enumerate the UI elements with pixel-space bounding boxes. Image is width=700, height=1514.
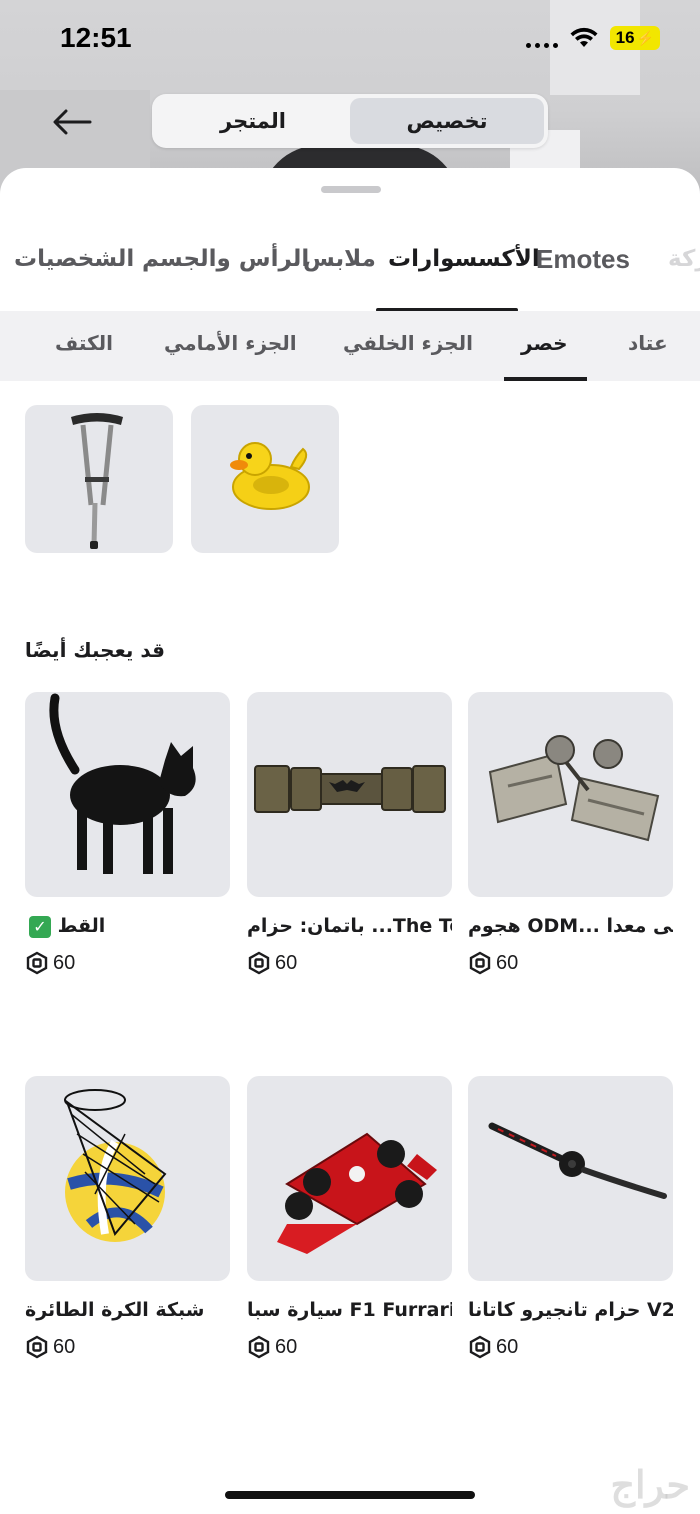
subtab-front[interactable]: الجزء الأمامي <box>164 331 297 355</box>
item-name: شبكة الكرة الطائرة <box>25 1299 205 1321</box>
subtab-back[interactable]: الجزء الخلفي <box>343 331 473 355</box>
equipped-item-tile[interactable] <box>25 405 173 553</box>
item-name: هجوم ODM... على معدا <box>468 915 673 937</box>
crutch-icon <box>25 413 173 557</box>
status-time: 12:51 <box>60 22 132 53</box>
item-thumbnail[interactable] <box>468 692 673 897</box>
subtab-shoulder[interactable]: الكتف <box>55 331 113 355</box>
robux-icon <box>247 951 271 975</box>
tab-characters[interactable]: الشخصيات <box>14 246 134 272</box>
tab-clothing[interactable]: ملابس <box>303 246 376 272</box>
subcategory-tabs: الكتف الجزء الأمامي الجزء الخلفي خصر عتا… <box>0 311 700 381</box>
catalog-item[interactable]: هجوم ODM... على معدا 60 <box>468 692 673 975</box>
f1-car-icon <box>247 1076 452 1281</box>
item-price: 60 <box>247 951 452 975</box>
robux-icon <box>468 951 492 975</box>
item-price: 60 <box>25 951 230 975</box>
item-price: 60 <box>25 1335 230 1359</box>
status-bar: 12:51 16 ⚡ <box>0 0 700 80</box>
section-title: قد يعجبك أيضًا <box>24 638 165 662</box>
tab-head-body[interactable]: الرأس والجسم <box>142 246 309 272</box>
tab-customize[interactable]: تخصيص <box>350 98 544 144</box>
volleyball-net-icon <box>25 1076 230 1281</box>
odm-gear-icon <box>468 692 673 897</box>
item-thumbnail[interactable] <box>25 692 230 897</box>
item-name: سيارة سبا F1 Furrari... <box>247 1299 452 1321</box>
batman-belt-icon <box>247 692 452 897</box>
item-thumbnail[interactable] <box>247 692 452 897</box>
catalog-item[interactable]: باتمان: حزام ...The Tell 60 <box>247 692 452 975</box>
catalog-item[interactable]: سيارة سبا F1 Furrari... 60 <box>247 1076 452 1359</box>
item-name: ✓ القط <box>25 915 230 941</box>
robux-icon <box>468 1335 492 1359</box>
item-name: حزام تانجيرو كاتانا V2 <box>468 1299 673 1321</box>
item-price: 60 <box>468 951 673 975</box>
robux-icon <box>25 951 49 975</box>
subtab-waist[interactable]: خصر <box>521 331 568 355</box>
verified-check-icon: ✓ <box>29 915 51 938</box>
battery-icon: 16 ⚡ <box>609 26 660 50</box>
subtab-active-indicator <box>504 377 587 381</box>
rubber-duck-float-icon <box>191 442 339 557</box>
cellular-signal-icon <box>525 28 558 48</box>
tab-animations[interactable]: ركة <box>668 246 700 272</box>
category-tabs: الشخصيات الرأس والجسم ملابس الأكسسوارات … <box>0 228 700 314</box>
tab-store[interactable]: المتجر <box>156 98 350 144</box>
item-thumbnail[interactable] <box>468 1076 673 1281</box>
catalog-item[interactable]: حزام تانجيرو كاتانا V2 60 <box>468 1076 673 1359</box>
catalog-item[interactable]: شبكة الكرة الطائرة 60 <box>25 1076 230 1359</box>
item-thumbnail[interactable] <box>25 1076 230 1281</box>
item-price: 60 <box>468 1335 673 1359</box>
item-name: باتمان: حزام ...The Tell <box>247 915 452 937</box>
subtab-gear[interactable]: عتاد <box>628 331 668 355</box>
mode-segmented-control: تخصيص المتجر <box>152 94 548 148</box>
item-price: 60 <box>247 1335 452 1359</box>
robux-icon <box>25 1335 49 1359</box>
equipped-item-tile[interactable] <box>191 405 339 553</box>
robux-icon <box>247 1335 271 1359</box>
tab-emotes[interactable]: Emotes <box>536 244 630 275</box>
sheet-grabber[interactable] <box>321 186 381 193</box>
home-indicator[interactable] <box>225 1491 475 1499</box>
katana-icon <box>468 1076 673 1281</box>
bottom-sheet: الشخصيات الرأس والجسم ملابس الأكسسوارات … <box>0 168 700 1514</box>
watermark-logo: حراج <box>610 1462 690 1507</box>
wifi-icon <box>570 27 598 49</box>
tab-accessories[interactable]: الأكسسوارات <box>388 246 540 272</box>
item-thumbnail[interactable] <box>247 1076 452 1281</box>
back-arrow-icon[interactable] <box>50 105 94 139</box>
catalog-item[interactable]: ✓ القط 60 <box>25 692 230 975</box>
black-cat-icon <box>25 692 230 897</box>
